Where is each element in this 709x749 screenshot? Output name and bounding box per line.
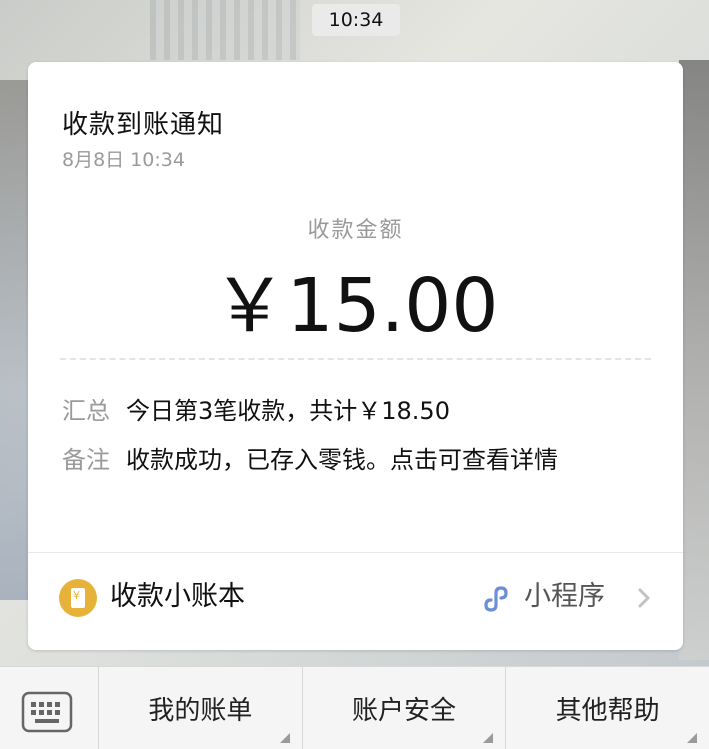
submenu-indicator-icon — [483, 733, 494, 743]
card-footer[interactable]: 收款小账本 小程序 — [28, 553, 683, 650]
keyboard-toggle-button[interactable] — [0, 667, 99, 749]
ledger-book-icon — [59, 579, 97, 617]
remark-row: 备注 收款成功，已存入零钱。点击可查看详情 — [62, 441, 643, 479]
amount-value: ￥15.00 — [212, 263, 499, 349]
background-photo-top — [150, 0, 300, 60]
chevron-right-icon[interactable] — [634, 587, 654, 609]
background-photo-right — [679, 60, 709, 660]
dashed-divider — [60, 358, 651, 360]
message-timestamp: 10:34 — [312, 4, 400, 36]
mini-program-icon — [484, 586, 508, 612]
menu-other-help[interactable]: 其他帮助 — [506, 667, 709, 749]
remark-value: 收款成功，已存入零钱。点击可查看详情 — [126, 446, 558, 474]
card-title: 收款到账通知 — [62, 110, 225, 140]
summary-row: 汇总 今日第3笔收款，共计￥18.50 — [62, 392, 643, 430]
menu-account-security-label: 账户安全 — [352, 695, 457, 726]
summary-label: 汇总 — [62, 397, 110, 425]
card-date: 8月8日 10:34 — [62, 149, 185, 171]
menu-my-bills[interactable]: 我的账单 — [99, 667, 303, 749]
amount-label: 收款金额 — [307, 218, 404, 243]
menu-other-help-label: 其他帮助 — [555, 695, 660, 726]
submenu-indicator-icon — [279, 733, 290, 743]
remark-label: 备注 — [62, 446, 110, 474]
menu-my-bills-label: 我的账单 — [148, 695, 253, 726]
keyboard-icon — [21, 691, 73, 733]
mini-program-label: 小程序 — [524, 581, 605, 612]
summary-value: 今日第3笔收款，共计￥18.50 — [126, 397, 450, 425]
bottom-menu-bar: 我的账单 账户安全 其他帮助 — [0, 666, 709, 749]
menu-account-security[interactable]: 账户安全 — [303, 667, 507, 749]
submenu-indicator-icon — [687, 733, 698, 743]
ledger-app-name: 收款小账本 — [110, 581, 245, 612]
payment-notification-card[interactable]: 收款到账通知 8月8日 10:34 收款金额 ￥15.00 汇总 今日第3笔收款… — [28, 62, 683, 650]
